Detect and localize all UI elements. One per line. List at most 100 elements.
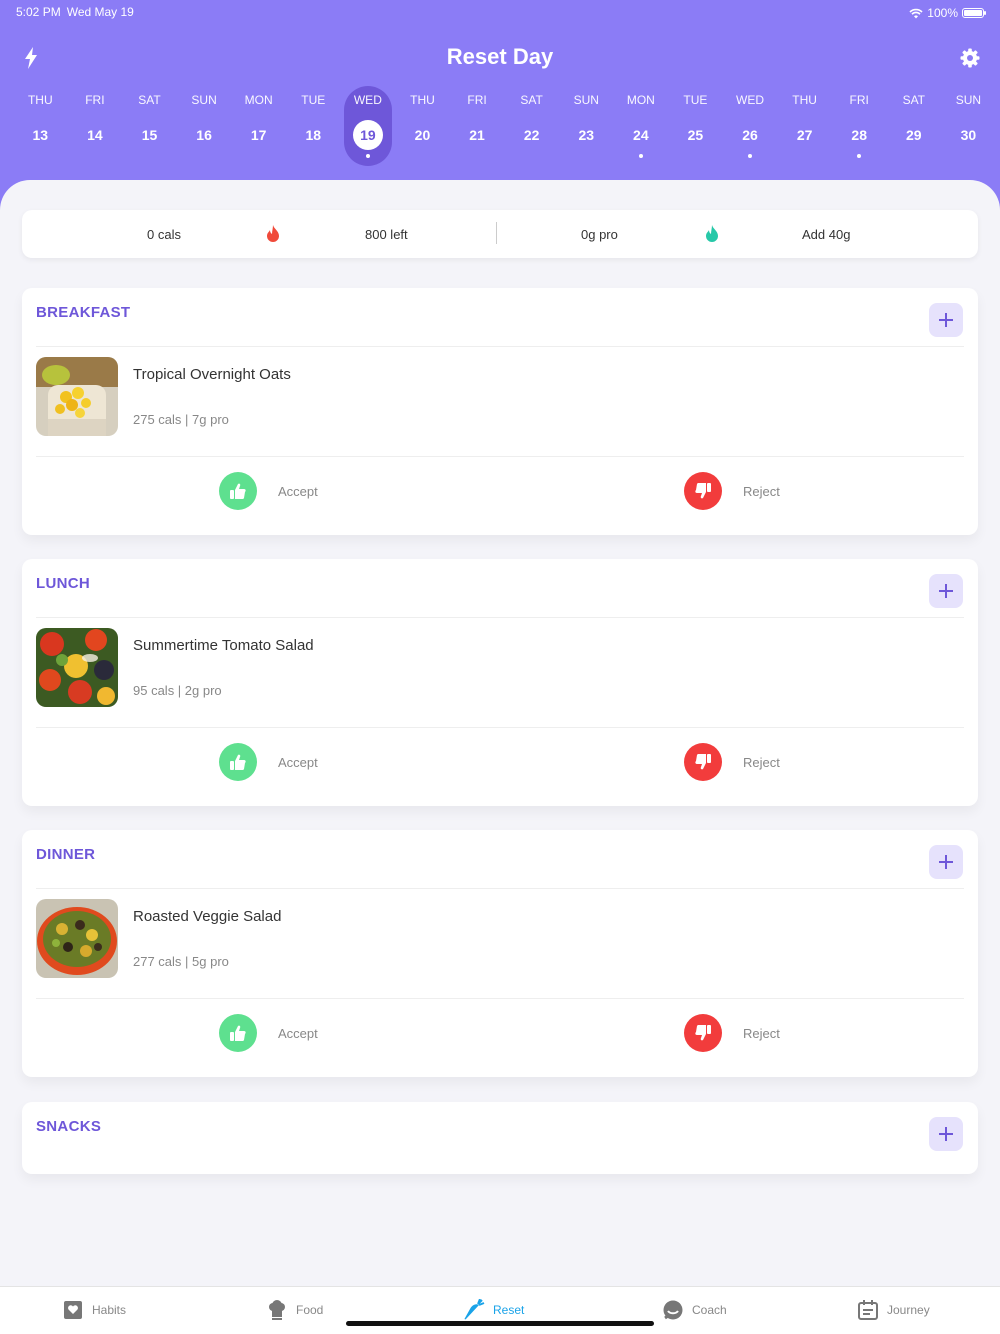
tab-label: Habits bbox=[92, 1303, 127, 1317]
meal-card-dinner: DINNER Roasted Veggie Salad 277 cals | 5… bbox=[22, 830, 978, 1077]
day-23[interactable]: SUN 23 bbox=[559, 86, 614, 166]
accept-button[interactable]: Accept bbox=[219, 743, 318, 781]
thumbs-down-icon bbox=[695, 483, 711, 499]
recipe-name[interactable]: Summertime Tomato Salad bbox=[133, 637, 314, 654]
meal-title: SNACKS bbox=[36, 1118, 102, 1135]
protein-add: Add 40g bbox=[802, 227, 851, 242]
accept-button[interactable]: Accept bbox=[219, 1014, 318, 1052]
day-24[interactable]: MON 24 bbox=[614, 86, 669, 166]
divider bbox=[36, 727, 964, 728]
main-content: 0 cals 800 left 0g pro Add 40g BREAKFAST… bbox=[0, 180, 1000, 1286]
meal-card-lunch: LUNCH Summertime Tomato Salad 95 cals | … bbox=[22, 559, 978, 806]
reject-label: Reject bbox=[743, 1025, 780, 1041]
divider bbox=[36, 888, 964, 889]
divider bbox=[36, 998, 964, 999]
home-indicator bbox=[346, 1321, 654, 1326]
day-15[interactable]: SAT 15 bbox=[122, 86, 177, 166]
day-25[interactable]: TUE 25 bbox=[668, 86, 723, 166]
recipe-name[interactable]: Tropical Overnight Oats bbox=[133, 366, 291, 383]
tab-label: Journey bbox=[887, 1303, 930, 1317]
recipe-info: 277 cals | 5g pro bbox=[133, 954, 229, 969]
meal-title: BREAKFAST bbox=[36, 304, 131, 321]
divider bbox=[36, 456, 964, 457]
cals-consumed: 0 cals bbox=[147, 227, 181, 242]
tab-label: Food bbox=[296, 1303, 324, 1317]
carrot-icon bbox=[464, 1299, 485, 1320]
tab-label: Coach bbox=[692, 1303, 727, 1317]
meal-card-breakfast: BREAKFAST Tropical Overnight Oats 275 ca… bbox=[22, 288, 978, 535]
gear-icon[interactable] bbox=[960, 48, 980, 68]
tab-food[interactable]: Food bbox=[266, 1299, 323, 1321]
plus-icon bbox=[939, 584, 953, 598]
thumbs-up-icon bbox=[230, 483, 246, 499]
page-title: Reset Day bbox=[446, 44, 554, 69]
flame-icon-teal bbox=[706, 225, 718, 242]
accept-label: Accept bbox=[278, 483, 318, 499]
thumbs-up-icon bbox=[230, 1025, 246, 1041]
cals-left: 800 left bbox=[365, 227, 408, 242]
battery-percent: 100% bbox=[927, 6, 958, 20]
add-button[interactable] bbox=[929, 845, 963, 879]
thumbs-down-icon bbox=[695, 1025, 711, 1041]
reject-button[interactable]: Reject bbox=[684, 1014, 780, 1052]
accept-label: Accept bbox=[278, 1025, 318, 1041]
recipe-image[interactable] bbox=[36, 628, 118, 707]
meal-card-snacks: SNACKS bbox=[22, 1102, 978, 1174]
divider bbox=[36, 617, 964, 618]
battery-icon bbox=[962, 8, 986, 18]
tab-bar: Habits Food Reset Coach Journey bbox=[0, 1286, 1000, 1334]
reject-button[interactable]: Reject bbox=[684, 743, 780, 781]
day-14[interactable]: FRI 14 bbox=[68, 86, 123, 166]
date-strip: THU 13 FRI 14 SAT 15 SUN 16 MON 17 TUE 18 WED 1… bbox=[13, 86, 996, 166]
accept-button[interactable]: Accept bbox=[219, 472, 318, 510]
add-button[interactable] bbox=[929, 1117, 963, 1151]
calendar-icon bbox=[858, 1300, 878, 1320]
meal-title: LUNCH bbox=[36, 575, 90, 592]
day-28[interactable]: FRI 28 bbox=[832, 86, 887, 166]
plus-icon bbox=[939, 855, 953, 869]
add-button[interactable] bbox=[929, 574, 963, 608]
divider bbox=[36, 346, 964, 347]
day-22[interactable]: SAT 22 bbox=[504, 86, 559, 166]
status-time: 5:02 PM bbox=[16, 5, 61, 19]
recipe-info: 95 cals | 2g pro bbox=[133, 683, 222, 698]
thumbs-down-icon bbox=[695, 754, 711, 770]
status-date: Wed May 19 bbox=[66, 5, 134, 19]
day-21[interactable]: FRI 21 bbox=[450, 86, 505, 166]
chef-hat-icon bbox=[269, 1300, 285, 1320]
recipe-image[interactable] bbox=[36, 899, 118, 978]
day-27[interactable]: THU 27 bbox=[777, 86, 832, 166]
day-18[interactable]: TUE 18 bbox=[286, 86, 341, 166]
tab-reset[interactable]: Reset bbox=[463, 1299, 524, 1321]
day-30[interactable]: SUN 30 bbox=[941, 86, 996, 166]
reject-label: Reject bbox=[743, 754, 780, 770]
reject-label: Reject bbox=[743, 483, 780, 499]
day-dot bbox=[857, 154, 862, 158]
wifi-icon bbox=[909, 8, 923, 18]
summary-divider bbox=[496, 222, 497, 244]
day-26[interactable]: WED 26 bbox=[723, 86, 778, 166]
day-dot bbox=[748, 154, 753, 158]
tab-habits[interactable]: Habits bbox=[62, 1299, 126, 1321]
meal-title: DINNER bbox=[36, 846, 96, 863]
recipe-name[interactable]: Roasted Veggie Salad bbox=[133, 908, 281, 925]
day-13[interactable]: THU 13 bbox=[13, 86, 68, 166]
recipe-info: 275 cals | 7g pro bbox=[133, 412, 229, 427]
day-19-selected[interactable]: WED 19 bbox=[343, 86, 392, 166]
add-button[interactable] bbox=[929, 303, 963, 337]
accept-label: Accept bbox=[278, 754, 318, 770]
tab-journey[interactable]: Journey bbox=[857, 1299, 930, 1321]
day-16[interactable]: SUN 16 bbox=[177, 86, 232, 166]
thumbs-up-icon bbox=[230, 754, 246, 770]
day-20[interactable]: THU 20 bbox=[395, 86, 450, 166]
day-17[interactable]: MON 17 bbox=[231, 86, 286, 166]
tab-coach[interactable]: Coach bbox=[662, 1299, 727, 1321]
reject-button[interactable]: Reject bbox=[684, 472, 780, 510]
plus-icon bbox=[939, 1127, 953, 1141]
heart-book-icon bbox=[64, 1301, 82, 1319]
day-29[interactable]: SAT 29 bbox=[887, 86, 942, 166]
protein-consumed: 0g pro bbox=[581, 227, 618, 242]
recipe-image[interactable] bbox=[36, 357, 118, 436]
chat-icon bbox=[663, 1300, 683, 1320]
day-dot bbox=[638, 154, 643, 158]
